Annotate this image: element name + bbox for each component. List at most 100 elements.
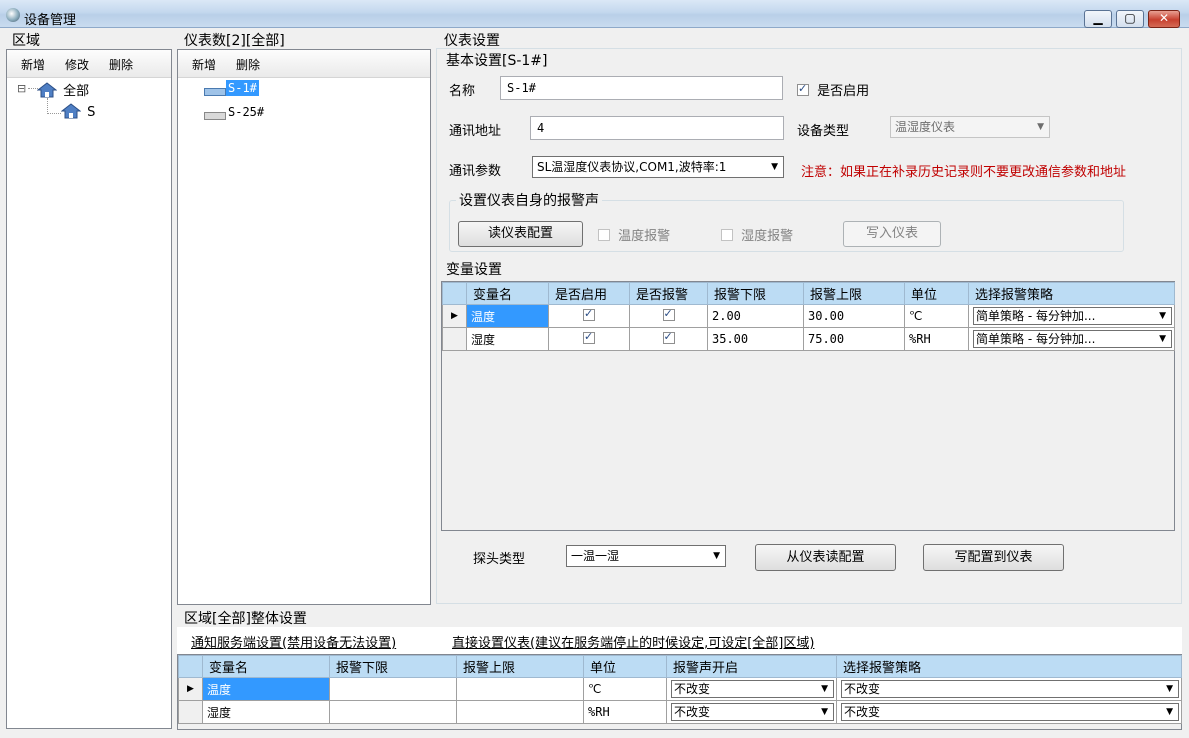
area-add-button[interactable]: 新增 (21, 56, 45, 73)
area-delete-button[interactable]: 删除 (109, 56, 133, 73)
strategy-select[interactable]: 简单策略 - 每分钟加... ▼ (973, 307, 1172, 325)
close-button[interactable]: ✕ (1148, 10, 1180, 28)
alarm-checkbox[interactable] (662, 307, 675, 321)
unit-cell[interactable]: ℃ (904, 304, 969, 328)
high-limit-cell[interactable] (456, 700, 584, 724)
column-header[interactable]: 变量名 (466, 282, 549, 305)
column-header[interactable]: 报警上限 (803, 282, 905, 305)
dropdown-arrow-icon: ▼ (821, 684, 828, 694)
unit-cell[interactable]: %RH (583, 700, 667, 724)
sound-select[interactable]: 不改变 ▼ (671, 703, 834, 721)
tree-item-s[interactable]: S (60, 103, 95, 120)
current-row-icon: ▶ (178, 677, 203, 701)
unit-cell[interactable]: %RH (904, 327, 969, 351)
meter-add-button[interactable]: 新增 (192, 56, 216, 73)
var-name-cell[interactable]: 湿度 (202, 700, 330, 724)
address-input[interactable]: 4 (530, 116, 784, 140)
strategy-select[interactable]: 不改变 ▼ (841, 680, 1179, 698)
column-header[interactable]: 是否启用 (548, 282, 630, 305)
strategy-cell[interactable]: 不改变 ▼ (836, 700, 1182, 724)
sound-select[interactable]: 不改变 ▼ (671, 680, 834, 698)
high-limit-cell[interactable] (456, 677, 584, 701)
table-row[interactable]: ▶ 温度 2.00 30.00 ℃ 简单策略 - 每分钟加... ▼ (442, 304, 1175, 328)
column-header[interactable]: 单位 (904, 282, 969, 305)
var-name-cell[interactable]: 湿度 (466, 327, 549, 351)
settings-label: 仪表设置 (444, 33, 500, 49)
probe-select[interactable]: 一温一湿 ▼ (566, 545, 726, 567)
dropdown-arrow-icon: ▼ (821, 707, 828, 717)
tree-item-all[interactable]: 全部 (36, 80, 89, 99)
device-type-label: 设备类型 (797, 124, 850, 139)
strategy-select[interactable]: 不改变 ▼ (841, 703, 1179, 721)
write-to-meter-button[interactable]: 写配置到仪表 (923, 544, 1064, 571)
column-header[interactable]: 变量名 (202, 655, 330, 678)
low-limit-cell[interactable]: 2.00 (707, 304, 804, 328)
name-input[interactable]: S-1# (500, 76, 783, 100)
strategy-select[interactable]: 简单策略 - 每分钟加... ▼ (973, 330, 1172, 348)
column-header[interactable]: 报警下限 (329, 655, 457, 678)
temp-alarm-checkbox[interactable] (598, 229, 610, 241)
low-limit-cell[interactable] (329, 700, 457, 724)
column-header[interactable]: 报警上限 (456, 655, 584, 678)
var-name-cell[interactable]: 温度 (466, 304, 549, 328)
strategy-cell[interactable]: 简单策略 - 每分钟加... ▼ (968, 304, 1175, 328)
enabled-checkbox-row[interactable]: 是否启用 (797, 80, 869, 99)
window-title: 设备管理 (24, 13, 77, 28)
high-limit-cell[interactable]: 30.00 (803, 304, 905, 328)
column-header[interactable]: 报警下限 (707, 282, 804, 305)
column-header[interactable]: 单位 (583, 655, 667, 678)
sound-cell[interactable]: 不改变 ▼ (666, 677, 837, 701)
read-from-meter-button[interactable]: 从仪表读配置 (755, 544, 896, 571)
notify-server-link[interactable]: 通知服务端设置(禁用设备无法设置) (191, 632, 396, 651)
enabled-cell[interactable] (548, 304, 630, 328)
unit-cell[interactable]: ℃ (583, 677, 667, 701)
meter-item-label: S-1# (226, 80, 259, 96)
low-limit-cell[interactable] (329, 677, 457, 701)
title-bar: 设备管理 ▁ ▢ ✕ (0, 0, 1189, 28)
row-header (442, 327, 467, 351)
column-header[interactable]: 是否报警 (629, 282, 708, 305)
basic-settings-label: 基本设置[S-1#] (446, 53, 548, 69)
var-header-row: 变量名 是否启用 是否报警 报警下限 报警上限 单位 选择报警策略 (442, 282, 1175, 305)
column-header[interactable]: 选择报警策略 (836, 655, 1182, 678)
humidity-alarm-checkbox[interactable] (721, 229, 733, 241)
var-table: 变量名 是否启用 是否报警 报警下限 报警上限 单位 选择报警策略 ▶ 温度 2… (442, 282, 1175, 351)
temp-alarm-row[interactable]: 温度报警 (598, 225, 670, 244)
area-edit-button[interactable]: 修改 (65, 56, 89, 73)
table-row[interactable]: 湿度 %RH 不改变 ▼ 不改变 ▼ (178, 700, 1182, 724)
high-limit-cell[interactable]: 75.00 (803, 327, 905, 351)
tree-expander-icon[interactable]: ⊟ (17, 82, 26, 95)
low-limit-cell[interactable]: 35.00 (707, 327, 804, 351)
alarm-cell[interactable] (629, 327, 708, 351)
read-config-button[interactable]: 读仪表配置 (458, 221, 583, 247)
write-meter-button[interactable]: 写入仪表 (843, 221, 941, 247)
meter-delete-button[interactable]: 删除 (236, 56, 260, 73)
minimize-button[interactable]: ▁ (1084, 10, 1112, 28)
overall-header-row: 变量名 报警下限 报警上限 单位 报警声开启 选择报警策略 (178, 655, 1182, 678)
device-type-select[interactable]: 温湿度仪表 ▼ (890, 116, 1050, 138)
house-icon (60, 103, 82, 119)
enabled-checkbox[interactable] (583, 330, 595, 344)
house-icon (36, 82, 58, 98)
enabled-cell[interactable] (548, 327, 630, 351)
address-label: 通讯地址 (449, 124, 502, 139)
humidity-alarm-row[interactable]: 湿度报警 (721, 225, 793, 244)
alarm-checkbox[interactable] (662, 330, 675, 344)
comm-select[interactable]: SL温湿度仪表协议,COM1,波特率:1 ▼ (532, 156, 784, 178)
dropdown-arrow-icon: ▼ (1166, 707, 1173, 717)
sound-cell[interactable]: 不改变 ▼ (666, 700, 837, 724)
var-name-cell[interactable]: 温度 (202, 677, 330, 701)
table-row[interactable]: 湿度 35.00 75.00 %RH 简单策略 - 每分钟加... ▼ (442, 327, 1175, 351)
column-header[interactable]: 选择报警策略 (968, 282, 1175, 305)
table-row[interactable]: ▶ 温度 ℃ 不改变 ▼ 不改变 ▼ (178, 677, 1182, 701)
column-header[interactable]: 报警声开启 (666, 655, 837, 678)
temp-alarm-label: 温度报警 (618, 229, 671, 244)
direct-set-link[interactable]: 直接设置仪表(建议在服务端停止的时候设定,可设定[全部]区域) (452, 632, 814, 651)
strategy-cell[interactable]: 不改变 ▼ (836, 677, 1182, 701)
enabled-checkbox[interactable] (583, 307, 595, 321)
maximize-button[interactable]: ▢ (1116, 10, 1144, 28)
strategy-cell[interactable]: 简单策略 - 每分钟加... ▼ (968, 327, 1175, 351)
enabled-checkbox[interactable] (797, 82, 809, 96)
alarm-cell[interactable] (629, 304, 708, 328)
row-header (178, 700, 203, 724)
